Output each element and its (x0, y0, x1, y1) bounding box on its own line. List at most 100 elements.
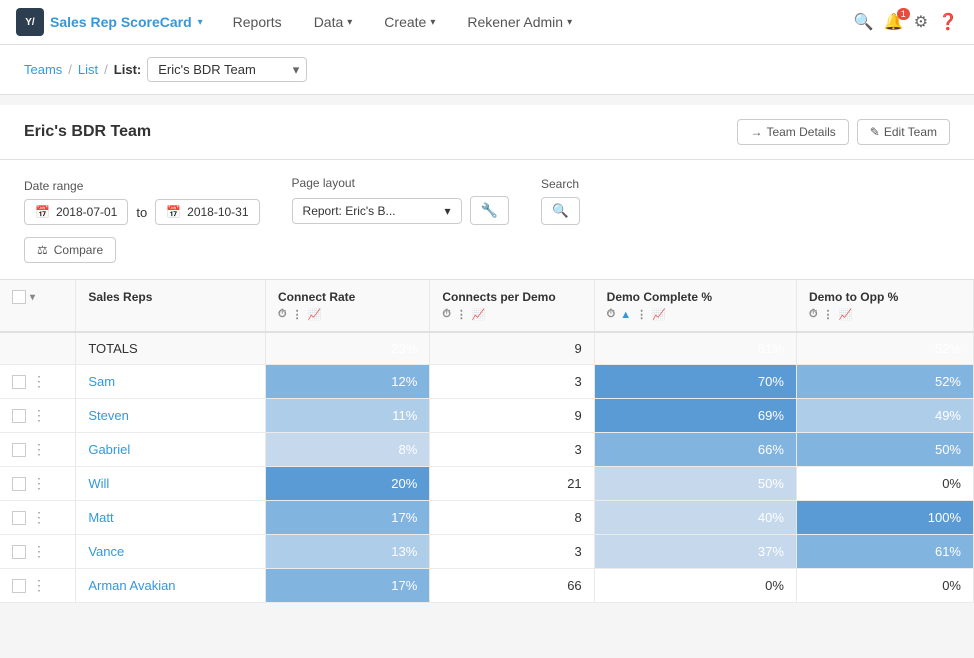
layout-select[interactable]: Report: Eric's B... ▾ (292, 198, 462, 224)
to-label: to (136, 205, 147, 220)
breadcrumb-list[interactable]: List (78, 62, 98, 77)
breadcrumb-teams[interactable]: Teams (24, 62, 62, 77)
row-connects-per-demo: 3 (430, 433, 594, 467)
row-menu[interactable]: ⋮ (32, 475, 46, 492)
brand-title[interactable]: Sales Rep ScoreCard (50, 14, 192, 30)
row-checkbox[interactable] (12, 579, 26, 593)
row-sales-rep-name: Gabriel (76, 433, 266, 467)
row-demo-complete: 50% (594, 467, 796, 501)
search-button[interactable]: 🔍 (541, 197, 580, 225)
demo-complete-sort-icon[interactable]: ▲ (620, 309, 631, 321)
notification-badge: 1 (897, 8, 910, 20)
connects-per-menu-icon[interactable]: ⋮ (456, 308, 467, 321)
row-connects-per-demo: 3 (430, 535, 594, 569)
sales-rep-link[interactable]: Vance (88, 544, 124, 559)
row-menu[interactable]: ⋮ (32, 373, 46, 390)
row-checkbox[interactable] (12, 375, 26, 389)
breadcrumb-list-label: List: (114, 62, 141, 77)
nav-data-caret: ▾ (347, 17, 352, 28)
header-checkbox-caret[interactable]: ▾ (30, 292, 35, 303)
breadcrumb: Teams / List / List: Eric's BDR Team (0, 45, 974, 95)
connect-rate-menu-icon[interactable]: ⋮ (292, 308, 303, 321)
row-menu[interactable]: ⋮ (32, 543, 46, 560)
totals-label-cell: TOTALS (76, 332, 266, 365)
nav-admin[interactable]: Rekener Admin ▾ (453, 0, 586, 45)
search-icon[interactable]: 🔍 (854, 12, 874, 32)
sales-rep-link[interactable]: Will (88, 476, 109, 491)
sales-rep-link[interactable]: Arman Avakian (88, 578, 175, 593)
row-checkbox[interactable] (12, 477, 26, 491)
nav-reports[interactable]: Reports (219, 0, 296, 45)
date-range-row: 📅 2018-07-01 to 📅 2018-10-31 (24, 199, 260, 225)
table-row: ⋮ Matt17%840%100% (0, 501, 974, 535)
row-sales-rep-name: Vance (76, 535, 266, 569)
demo-complete-timer-icon[interactable]: ⏱ (607, 308, 616, 321)
page-layout-group: Page layout Report: Eric's B... ▾ 🔧 (292, 176, 509, 225)
compare-button[interactable]: ⚖ Compare (24, 237, 116, 263)
row-demo-complete: 69% (594, 399, 796, 433)
nav-create[interactable]: Create ▾ (370, 0, 449, 45)
row-menu[interactable]: ⋮ (32, 407, 46, 424)
brand[interactable]: Y/ Sales Rep ScoreCard ▾ (16, 8, 203, 36)
help-icon[interactable]: ❓ (938, 12, 958, 32)
row-checkbox[interactable] (12, 545, 26, 559)
th-connects-per-demo-label: Connects per Demo (442, 290, 581, 304)
row-checkbox-cell: ⋮ (0, 569, 76, 603)
row-menu[interactable]: ⋮ (32, 509, 46, 526)
demo-complete-menu-icon[interactable]: ⋮ (636, 308, 647, 321)
team-select-wrapper[interactable]: Eric's BDR Team (147, 57, 307, 82)
connect-rate-chart-icon[interactable]: 📈 (308, 308, 322, 321)
connects-per-timer-icon[interactable]: ⏱ (442, 308, 451, 321)
settings-icon[interactable]: ⚙ (914, 12, 928, 32)
arrow-icon: → (750, 125, 762, 139)
demo-opp-timer-icon[interactable]: ⏱ (809, 308, 818, 321)
sales-rep-link[interactable]: Sam (88, 374, 115, 389)
row-demo-to-opp: 0% (796, 467, 973, 501)
row-connect-rate: 13% (265, 535, 429, 569)
date-from-input[interactable]: 📅 2018-07-01 (24, 199, 128, 225)
nav-create-caret: ▾ (430, 17, 435, 28)
compare-icon: ⚖ (37, 243, 48, 257)
demo-opp-menu-icon[interactable]: ⋮ (823, 308, 834, 321)
row-connect-rate: 17% (265, 501, 429, 535)
totals-row: TOTALS 23% 9 61% 52% (0, 332, 974, 365)
row-connect-rate: 17% (265, 569, 429, 603)
notifications-icon[interactable]: 🔔 1 (884, 12, 904, 32)
row-sales-rep-name: Sam (76, 365, 266, 399)
team-details-button[interactable]: → Team Details (737, 119, 848, 145)
table-row: ⋮ Steven11%969%49% (0, 399, 974, 433)
row-checkbox[interactable] (12, 511, 26, 525)
row-connects-per-demo: 9 (430, 399, 594, 433)
brand-caret[interactable]: ▾ (198, 17, 203, 28)
team-select[interactable]: Eric's BDR Team (147, 57, 307, 82)
row-connects-per-demo: 8 (430, 501, 594, 535)
date-to-input[interactable]: 📅 2018-10-31 (155, 199, 259, 225)
row-checkbox-cell: ⋮ (0, 433, 76, 467)
navbar-right: 🔍 🔔 1 ⚙ ❓ (854, 12, 958, 32)
row-checkbox[interactable] (12, 409, 26, 423)
sales-rep-link[interactable]: Gabriel (88, 442, 130, 457)
sales-rep-link[interactable]: Steven (88, 408, 128, 423)
row-checkbox[interactable] (12, 443, 26, 457)
header-checkbox[interactable] (12, 290, 26, 304)
connect-rate-timer-icon[interactable]: ⏱ (278, 308, 287, 321)
navbar-nav: Reports Data ▾ Create ▾ Rekener Admin ▾ (219, 0, 854, 45)
main-content: Eric's BDR Team → Team Details ✎ Edit Te… (0, 105, 974, 603)
search-group: Search 🔍 (541, 177, 580, 225)
date-from-value: 2018-07-01 (56, 205, 117, 219)
nav-data[interactable]: Data ▾ (300, 0, 367, 45)
demo-opp-chart-icon[interactable]: 📈 (839, 308, 853, 321)
row-menu[interactable]: ⋮ (32, 577, 46, 594)
row-connects-per-demo: 66 (430, 569, 594, 603)
row-demo-to-opp: 61% (796, 535, 973, 569)
edit-team-button[interactable]: ✎ Edit Team (857, 119, 950, 145)
th-demo-to-opp: Demo to Opp % ⏱ ⋮ 📈 (796, 280, 973, 332)
row-menu[interactable]: ⋮ (32, 441, 46, 458)
th-connects-per-demo: Connects per Demo ⏱ ⋮ 📈 (430, 280, 594, 332)
wrench-button[interactable]: 🔧 (470, 196, 509, 225)
th-demo-to-opp-label: Demo to Opp % (809, 290, 961, 304)
scorecard-table: ▾ Sales Reps Connect Rate ⏱ ⋮ 📈 (0, 280, 974, 603)
demo-complete-chart-icon[interactable]: 📈 (652, 308, 666, 321)
sales-rep-link[interactable]: Matt (88, 510, 113, 525)
connects-per-chart-icon[interactable]: 📈 (472, 308, 486, 321)
